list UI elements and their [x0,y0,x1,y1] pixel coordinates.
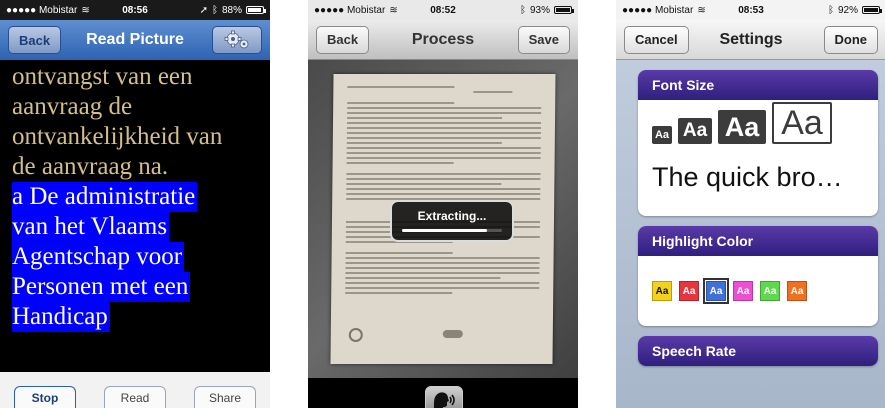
navigation-bar: Back Process Save [308,20,578,60]
battery-fill [248,8,261,12]
settings-screen: ●●●●● Mobistar ≋ 08:53 ᛒ 92% Cancel Settin… [616,0,885,408]
color-swatch[interactable]: Aa [760,281,780,301]
wifi-icon: ≋ [389,4,398,16]
extracting-dialog: Extracting... [390,200,514,242]
stop-button[interactable]: Stop [14,386,76,408]
wifi-icon: ≋ [697,4,706,16]
extracting-label: Extracting... [417,209,487,223]
highlighted-line: a De administratie [12,182,198,212]
location-icon: ➚ [199,4,208,16]
carrier-label: ●●●●● Mobistar [314,4,386,16]
color-swatch[interactable]: Aa [703,278,729,304]
color-swatch[interactable]: Aa [679,281,699,301]
settings-list: Font Size Aa Aa Aa Aa The quick bro… Hig… [616,60,885,366]
navigation-bar: Cancel Settings Done [616,20,885,60]
settings-button[interactable] [212,26,262,54]
progress-bar [402,229,502,232]
highlighted-line: Personen met een [12,272,191,302]
font-size-card: Font Size Aa Aa Aa Aa The quick bro… [638,70,878,216]
wifi-icon: ≋ [81,4,90,16]
font-size-option-large[interactable]: Aa [718,110,766,144]
highlight-color-heading: Highlight Color [638,226,878,256]
battery-icon [246,6,266,14]
captured-photo: Extracting... [308,60,578,378]
read-picture-screen: ●●●●● Mobistar ≋ 08:56 ➚ ᛒ 88% Back Read Pi… [0,0,270,408]
bluetooth-icon: ᛒ [827,4,834,16]
font-preview-text: The quick bro… [652,162,843,192]
document-seal [442,330,463,338]
reader-toolbar: Stop Read Share [0,372,270,408]
color-swatch[interactable]: Aa [787,281,807,301]
bluetooth-icon: ᛒ [519,4,526,16]
font-size-heading: Font Size [638,70,878,100]
color-swatch[interactable]: Aa [733,281,753,301]
read-button[interactable]: Read [104,386,166,408]
highlighted-line: van het Vlaams [12,212,170,242]
battery-fill [556,8,570,12]
battery-percent: 92% [837,4,858,16]
carrier-label: ●●●●● Mobistar [622,4,694,16]
highlighted-line: Agentschap voor [12,242,185,272]
highlighted-line: Handicap [12,302,110,332]
back-button[interactable]: Back [316,25,370,54]
battery-percent: 93% [529,4,550,16]
read-line: de aanvraag na. [12,153,169,180]
read-line: ontvankelijkheid van [12,123,223,150]
highlight-color-card: Highlight Color Aa Aa Aa Aa Aa Aa [638,226,878,326]
share-button[interactable]: Share [194,386,256,408]
speak-button[interactable] [425,386,463,408]
navigation-bar: Back Read Picture [0,20,270,60]
done-button[interactable]: Done [823,25,878,54]
progress-fill [402,229,487,232]
read-line: ontvangst van een [12,63,193,90]
speech-rate-heading: Speech Rate [638,336,878,366]
battery-icon [554,6,574,14]
read-line: aanvraag de [12,93,133,120]
cancel-button[interactable]: Cancel [624,25,689,54]
speaking-head-icon [433,392,455,408]
document-logo [348,328,363,342]
save-button[interactable]: Save [517,25,570,54]
status-bar: ●●●●● Mobistar ≋ 08:56 ➚ ᛒ 88% [0,0,270,20]
process-screen: ●●●●● Mobistar ≋ 08:52 ᛒ 93% Back Process … [308,0,578,408]
color-swatch[interactable]: Aa [652,281,672,301]
font-size-option-medium[interactable]: Aa [678,118,712,144]
gear-icon [224,30,249,49]
status-bar: ●●●●● Mobistar ≋ 08:53 ᛒ 92% [616,0,885,20]
color-swatch-row: Aa Aa Aa Aa Aa Aa [638,256,878,326]
status-bar: ●●●●● Mobistar ≋ 08:52 ᛒ 93% [308,0,578,20]
battery-percent: 88% [221,4,242,16]
reading-text-area: ontvangst van een aanvraag de ontvankeli… [0,60,270,368]
font-size-option-xlarge[interactable]: Aa [772,102,832,144]
font-size-option-small[interactable]: Aa [652,126,672,144]
bluetooth-icon: ᛒ [211,4,218,16]
speech-rate-card: Speech Rate [638,336,878,366]
bottom-bar [308,378,578,408]
carrier-label: ●●●●● Mobistar [6,4,78,16]
battery-icon [862,6,882,14]
back-button[interactable]: Back [8,26,62,54]
battery-fill [864,8,878,12]
